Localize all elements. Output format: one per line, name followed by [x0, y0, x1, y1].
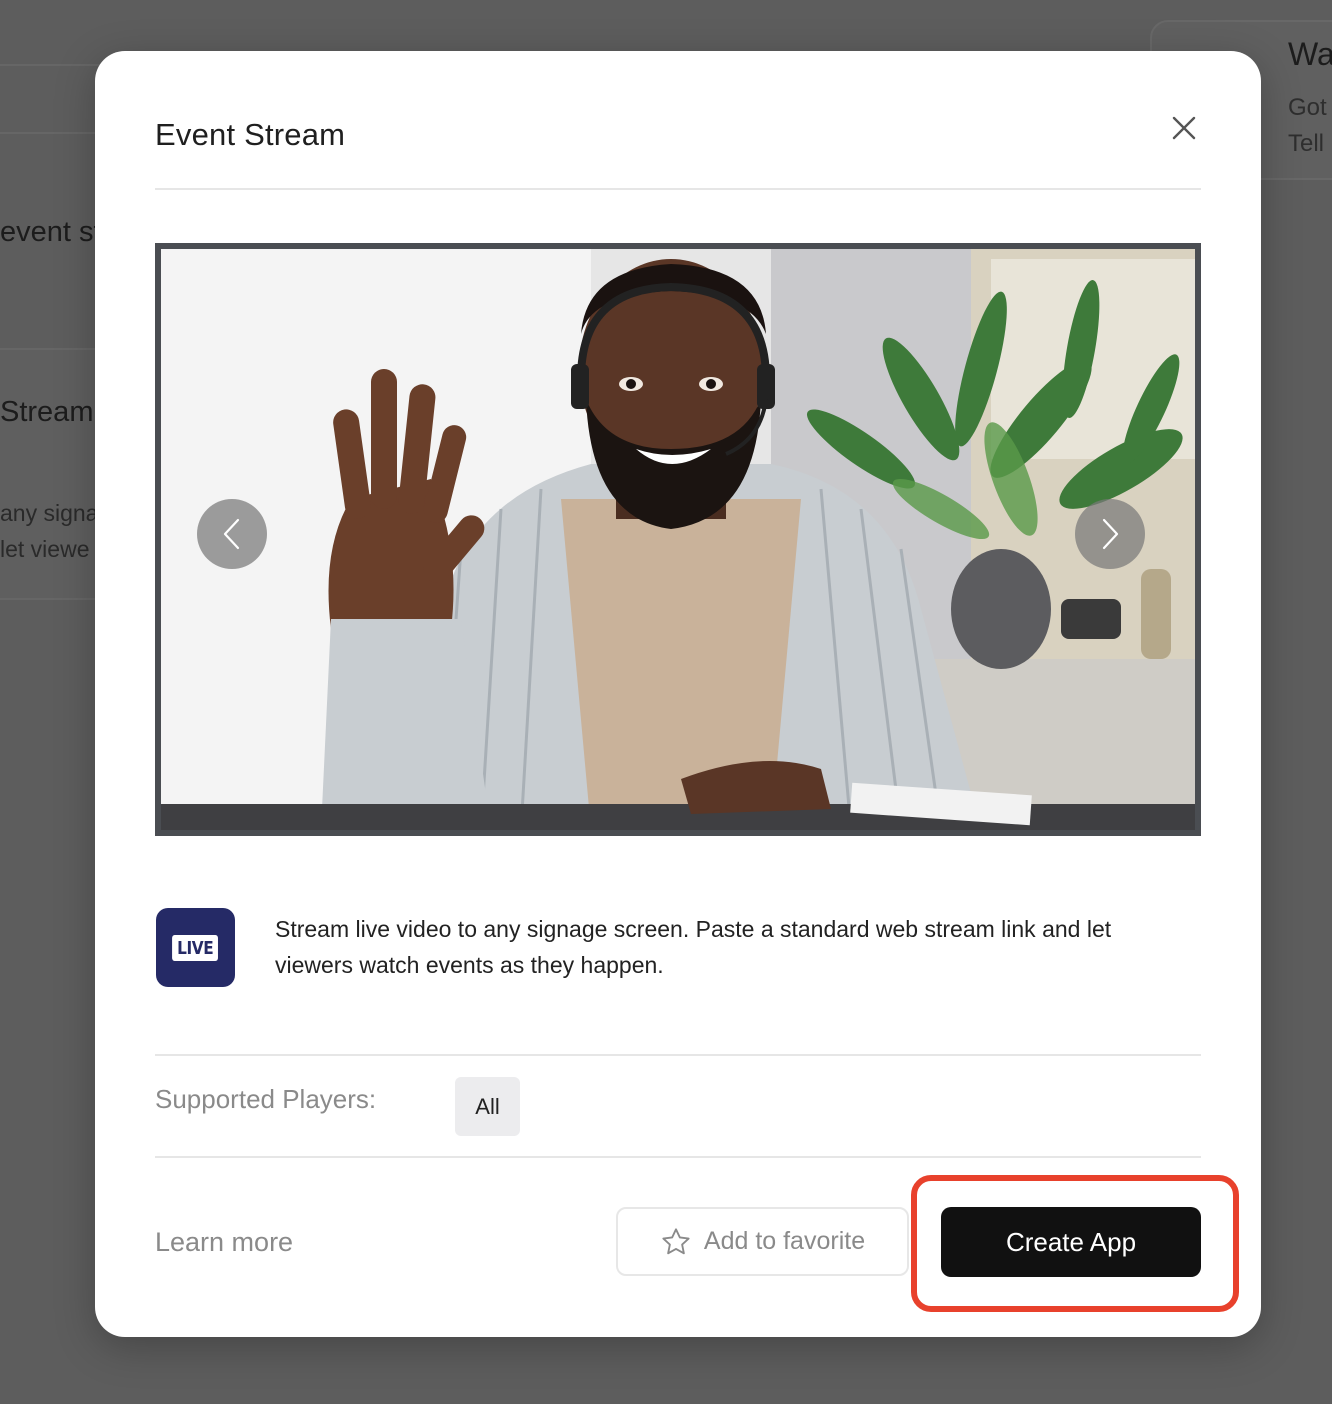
- live-icon-label: LIVE: [172, 934, 219, 961]
- bg-divider: [0, 64, 100, 66]
- modal-title: Event Stream: [155, 117, 346, 152]
- chevron-right-icon: [1102, 518, 1119, 550]
- learn-more-link[interactable]: Learn more: [155, 1227, 293, 1258]
- bg-heading: event st: [0, 216, 100, 248]
- close-button[interactable]: [1165, 109, 1203, 147]
- chevron-left-icon: [223, 518, 240, 550]
- close-icon: [1172, 116, 1196, 140]
- carousel-next-button[interactable]: [1075, 499, 1145, 569]
- bg-side-text: Tell: [1288, 130, 1325, 157]
- bg-divider: [0, 132, 100, 134]
- preview-carousel: [155, 243, 1201, 836]
- live-app-icon: LIVE: [156, 908, 235, 987]
- bg-side-title: Wa: [1288, 36, 1332, 72]
- add-to-favorite-button[interactable]: Add to favorite: [616, 1207, 909, 1276]
- bg-card-title: Stream: [0, 396, 94, 428]
- add-to-favorite-label: Add to favorite: [703, 1227, 866, 1255]
- header-divider: [155, 188, 1201, 190]
- player-chip-all: All: [455, 1077, 520, 1136]
- section-divider: [155, 1054, 1201, 1056]
- preview-image: [161, 249, 1195, 830]
- supported-players-label: Supported Players:: [155, 1084, 377, 1114]
- app-description: Stream live video to any signage screen.…: [275, 916, 1112, 978]
- star-icon: [662, 1227, 690, 1254]
- bg-side-text: Got: [1288, 94, 1327, 121]
- section-divider: [155, 1156, 1201, 1158]
- create-app-button[interactable]: Create App: [941, 1207, 1201, 1277]
- bg-card-text: any signa: [0, 500, 99, 526]
- carousel-prev-button[interactable]: [197, 499, 267, 569]
- bg-card-text: let viewe: [0, 536, 90, 562]
- app-detail-modal: Event Stream LIVE Stream live video to a…: [95, 51, 1261, 1337]
